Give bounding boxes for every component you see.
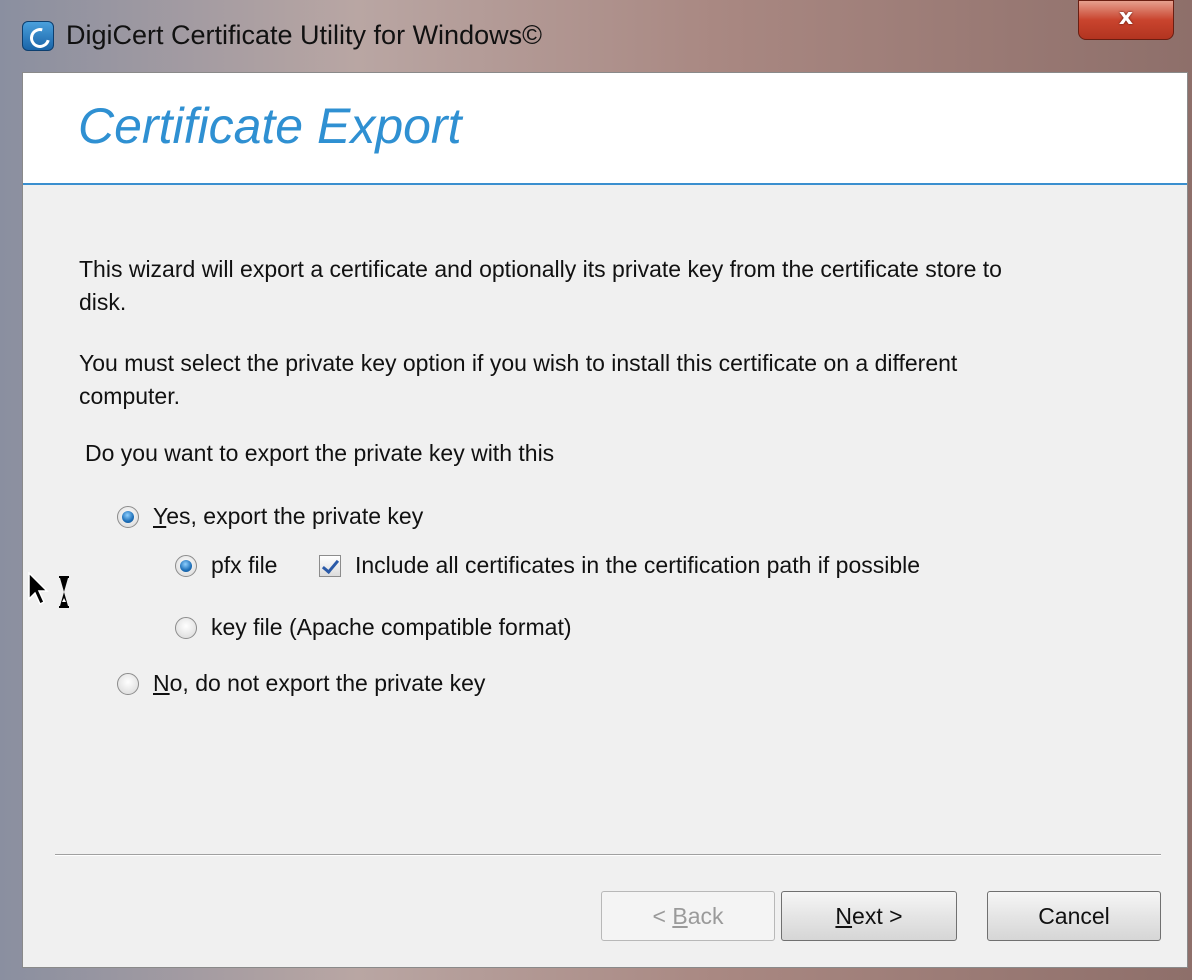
window-title: DigiCert Certificate Utility for Windows… [66, 20, 542, 50]
radio-pfx-file-label: pfx file [211, 552, 278, 578]
back-button-prefix: < [652, 903, 673, 929]
radio-key-file[interactable]: key file (Apache compatible format) [175, 614, 572, 641]
wizard-header: Certificate Export [23, 73, 1187, 185]
radio-pfx-file-button[interactable] [175, 554, 197, 577]
digicert-icon[interactable] [22, 21, 54, 51]
radio-yes-export-mnemonic: Y [153, 503, 167, 529]
page-title: Certificate Export [78, 98, 462, 154]
radio-no-export-label: No, do not export the private key [153, 670, 485, 697]
close-button[interactable]: x [1078, 0, 1174, 40]
intro-text: This wizard will export a certificate an… [79, 256, 1002, 315]
radio-key-file-label: key file (Apache compatible format) [211, 614, 572, 640]
radio-yes-export-label-rest: es, export the private key [166, 503, 424, 529]
radio-pfx-file[interactable]: pfx file [175, 552, 277, 579]
cancel-button[interactable]: Cancel [987, 891, 1161, 941]
radio-yes-export[interactable]: Yes, export the private key [117, 503, 423, 530]
back-button-mnemonic: B [672, 903, 688, 929]
busy-cursor-icon [28, 572, 69, 608]
next-button[interactable]: Next > [781, 891, 957, 941]
dialog-window: DigiCert Certificate Utility for Windows… [0, 0, 1192, 980]
dialog-client: Certificate Export This wizard will expo… [22, 72, 1188, 968]
radio-no-export-button[interactable] [117, 672, 139, 695]
checkbox-include-all-label: Include all certificates in the certific… [355, 552, 921, 578]
button-separator [55, 854, 1161, 856]
radio-yes-export-button[interactable] [117, 505, 139, 528]
back-button-label-rest: ack [687, 903, 724, 929]
next-button-mnemonic: N [835, 903, 853, 929]
checkbox-include-all-box[interactable] [319, 554, 341, 577]
next-button-label-rest: ext > [852, 903, 903, 929]
checkbox-include-all[interactable]: Include all certificates in the certific… [319, 552, 920, 579]
radio-no-export[interactable]: No, do not export the private key [117, 670, 485, 697]
back-button[interactable]: < Back [601, 891, 775, 941]
radio-yes-export-label: Yes, export the private key [153, 503, 423, 530]
radio-key-file-button[interactable] [175, 616, 197, 639]
title-bar[interactable]: DigiCert Certificate Utility for Windows… [0, 0, 1192, 72]
radio-no-export-label-rest: o, do not export the private key [169, 670, 486, 696]
radio-no-export-mnemonic: N [153, 670, 170, 696]
question-text: Do you want to export the private key wi… [85, 440, 555, 466]
note-text: You must select the private key option i… [79, 350, 958, 409]
